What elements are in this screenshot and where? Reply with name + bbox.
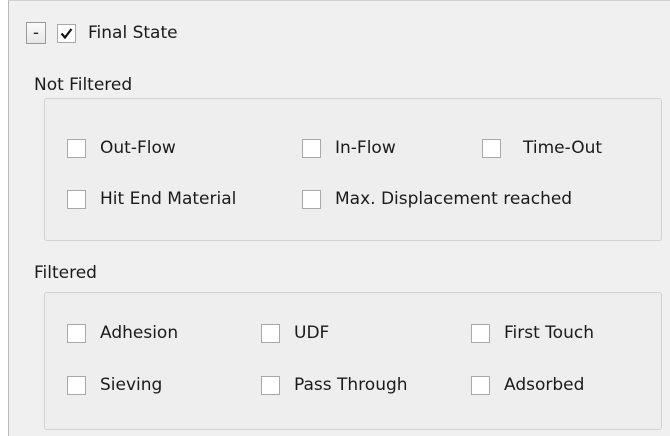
time-out-checkbox[interactable] (482, 138, 501, 158)
filtered-label: Filtered (34, 263, 97, 283)
option-time-out[interactable]: Time-Out (482, 138, 602, 158)
in-flow-checkbox[interactable] (302, 138, 321, 158)
udf-checkbox[interactable] (261, 323, 280, 343)
collapse-button[interactable]: - (26, 22, 46, 44)
final-state-label: Final State (88, 23, 178, 43)
filtered-group (44, 292, 662, 430)
option-adhesion[interactable]: Adhesion (67, 323, 178, 343)
adsorbed-checkbox[interactable] (471, 375, 490, 395)
first-touch-checkbox[interactable] (471, 323, 490, 343)
sieving-checkbox[interactable] (67, 375, 86, 395)
adhesion-checkbox[interactable] (67, 323, 86, 343)
final-state-checkbox[interactable] (57, 23, 76, 43)
max-displacement-reached-label: Max. Displacement reached (335, 189, 573, 209)
final-state-header: - Final State (26, 22, 178, 44)
in-flow-label: In-Flow (335, 138, 396, 158)
collapse-button-label: - (32, 22, 40, 43)
sieving-label: Sieving (100, 375, 163, 395)
option-first-touch[interactable]: First Touch (471, 323, 594, 343)
option-adsorbed[interactable]: Adsorbed (471, 375, 584, 395)
pass-through-label: Pass Through (294, 375, 408, 395)
time-out-label: Time-Out (523, 138, 603, 158)
adhesion-label: Adhesion (100, 323, 179, 343)
max-displacement-reached-checkbox[interactable] (302, 189, 321, 209)
adsorbed-label: Adsorbed (504, 375, 585, 395)
hit-end-material-label: Hit End Material (100, 189, 237, 209)
not-filtered-label: Not Filtered (34, 75, 133, 95)
first-touch-label: First Touch (504, 323, 594, 343)
out-flow-label: Out-Flow (100, 138, 176, 158)
out-flow-checkbox[interactable] (67, 138, 86, 158)
option-pass-through[interactable]: Pass Through (261, 375, 408, 395)
hit-end-material-checkbox[interactable] (67, 189, 86, 209)
option-hit-end-material[interactable]: Hit End Material (67, 189, 236, 209)
option-out-flow[interactable]: Out-Flow (67, 138, 176, 158)
option-udf[interactable]: UDF (261, 323, 329, 343)
option-max-displacement-reached[interactable]: Max. Displacement reached (302, 189, 572, 209)
pass-through-checkbox[interactable] (261, 375, 280, 395)
not-filtered-group (44, 98, 662, 241)
udf-label: UDF (294, 323, 330, 343)
option-in-flow[interactable]: In-Flow (302, 138, 396, 158)
option-sieving[interactable]: Sieving (67, 375, 162, 395)
checkmark-icon (60, 27, 73, 39)
